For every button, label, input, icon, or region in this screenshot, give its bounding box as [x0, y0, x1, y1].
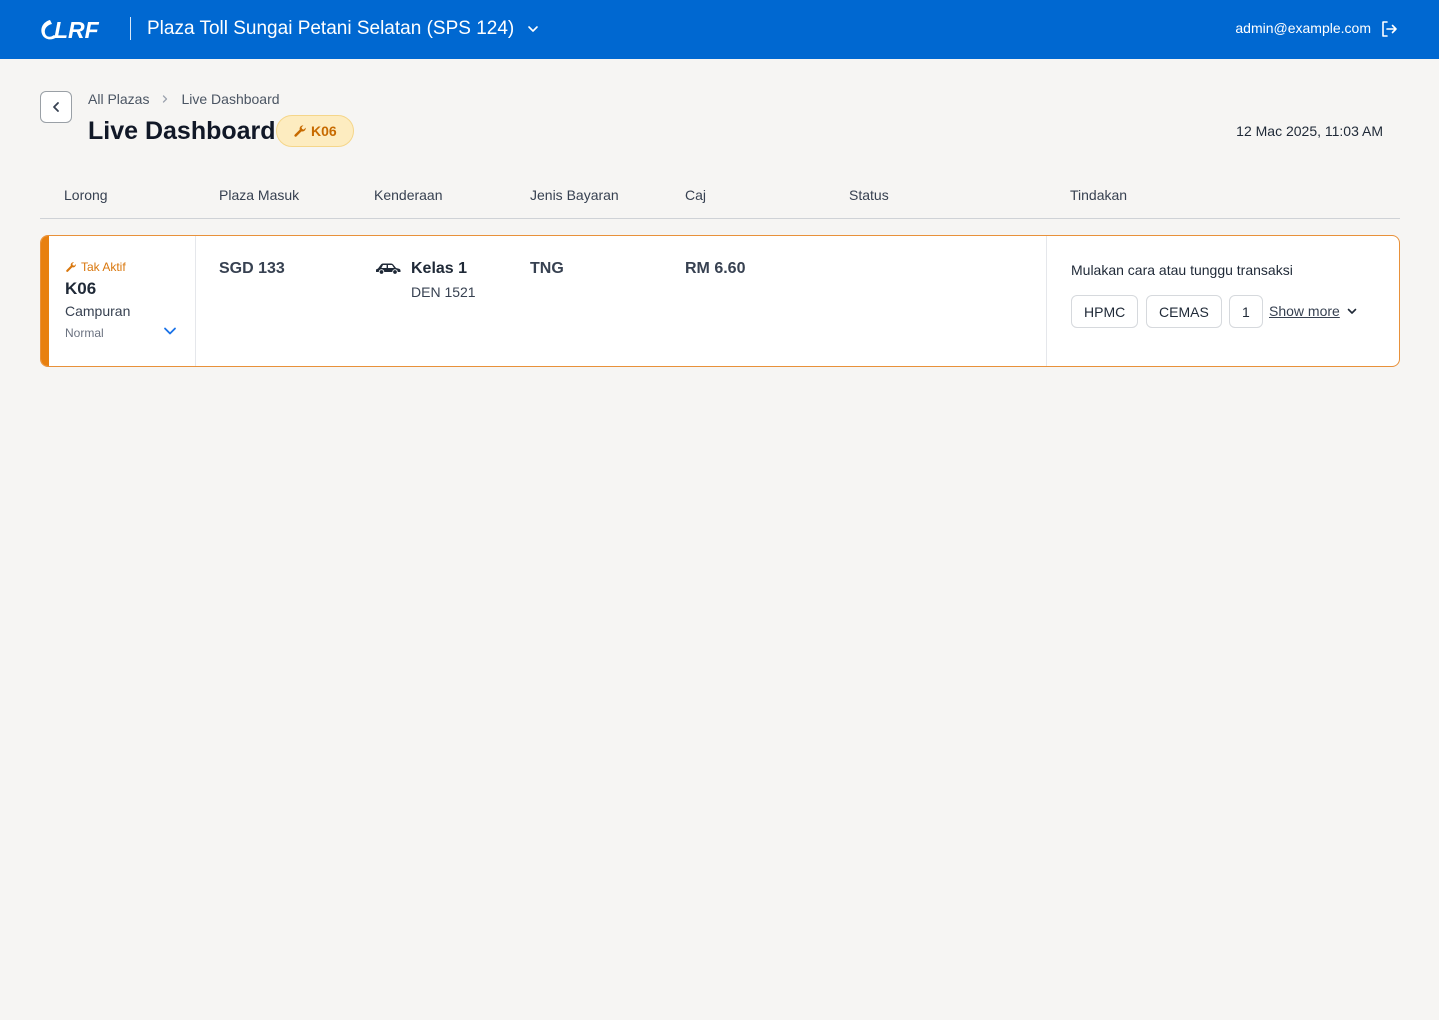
breadcrumb: All Plazas Live Dashboard: [88, 91, 280, 107]
back-button[interactable]: [40, 91, 72, 123]
vehicle-class: Kelas 1: [411, 260, 468, 277]
vehicle-plate: DEN 1521: [411, 284, 476, 300]
plaza-title: Plaza Toll Sungai Petani Selatan (SPS 12…: [147, 18, 515, 39]
column-header-lorong: Lorong: [64, 187, 108, 203]
row-status-accent: [41, 236, 49, 366]
table-header: Lorong Plaza Masuk Kenderaan Jenis Bayar…: [40, 178, 1400, 219]
page-title: Live Dashboard: [88, 117, 276, 145]
logo-text: LRF: [54, 17, 100, 43]
breadcrumb-all-plazas[interactable]: All Plazas: [88, 91, 149, 107]
wrench-icon: [66, 262, 76, 272]
hpmc-button[interactable]: HPMC: [1071, 295, 1139, 328]
lane-badge-label: K06: [311, 123, 337, 139]
chevron-left-icon: [53, 102, 59, 112]
chevron-right-icon: [163, 95, 168, 103]
column-header-kenderaan: Kenderaan: [374, 187, 443, 203]
chevron-down-icon: [528, 26, 539, 32]
entry-plaza: SGD 133: [219, 260, 285, 277]
logo-divider: [130, 17, 131, 40]
breadcrumb-live-dashboard: Live Dashboard: [181, 91, 280, 107]
column-header-status: Status: [849, 187, 889, 203]
lane-badge: K06: [276, 115, 354, 147]
lane-mode: Normal: [65, 326, 104, 340]
current-datetime: 12 Mac 2025, 11:03 AM: [1236, 123, 1383, 139]
action-message: Mulakan cara atau tunggu transaksi: [1071, 262, 1293, 278]
wrench-icon: [294, 125, 306, 137]
chevron-down-icon: [1347, 308, 1357, 314]
charge-amount: RM 6.60: [685, 260, 746, 277]
cemas-button[interactable]: CEMAS: [1146, 295, 1222, 328]
lane-code: K06: [65, 279, 97, 298]
show-more-label: Show more: [1269, 303, 1340, 319]
lane-status: Tak Aktif: [65, 260, 126, 274]
logout-icon[interactable]: [1379, 19, 1399, 39]
user-email: admin@example.com: [1235, 20, 1371, 36]
column-header-jenis-bayaran: Jenis Bayaran: [530, 187, 619, 203]
column-header-caj: Caj: [685, 187, 707, 203]
action-cell: Mulakan cara atau tunggu transaksi HPMC …: [1046, 236, 1399, 366]
column-header-tindakan: Tindakan: [1070, 187, 1128, 203]
expand-chevron-icon[interactable]: [161, 322, 179, 340]
show-more-link[interactable]: Show more: [1269, 303, 1358, 319]
car-icon: [376, 263, 401, 275]
lrf-logo[interactable]: LRF: [40, 16, 114, 43]
table-row: Tak Aktif K06 Campuran Normal SGD 133 Ke…: [40, 235, 1400, 367]
lane-type: Campuran: [65, 303, 131, 319]
top-bar: LRF Plaza Toll Sungai Petani Selatan (SP…: [0, 0, 1439, 59]
column-header-plaza-masuk: Plaza Masuk: [219, 187, 300, 203]
plaza-selector[interactable]: Plaza Toll Sungai Petani Selatan (SPS 12…: [147, 17, 540, 41]
lane-status-label: Tak Aktif: [81, 260, 126, 274]
payment-type: TNG: [530, 260, 564, 277]
lane-cell: Tak Aktif K06 Campuran Normal: [49, 236, 196, 366]
action-count-button[interactable]: 1: [1229, 295, 1263, 328]
